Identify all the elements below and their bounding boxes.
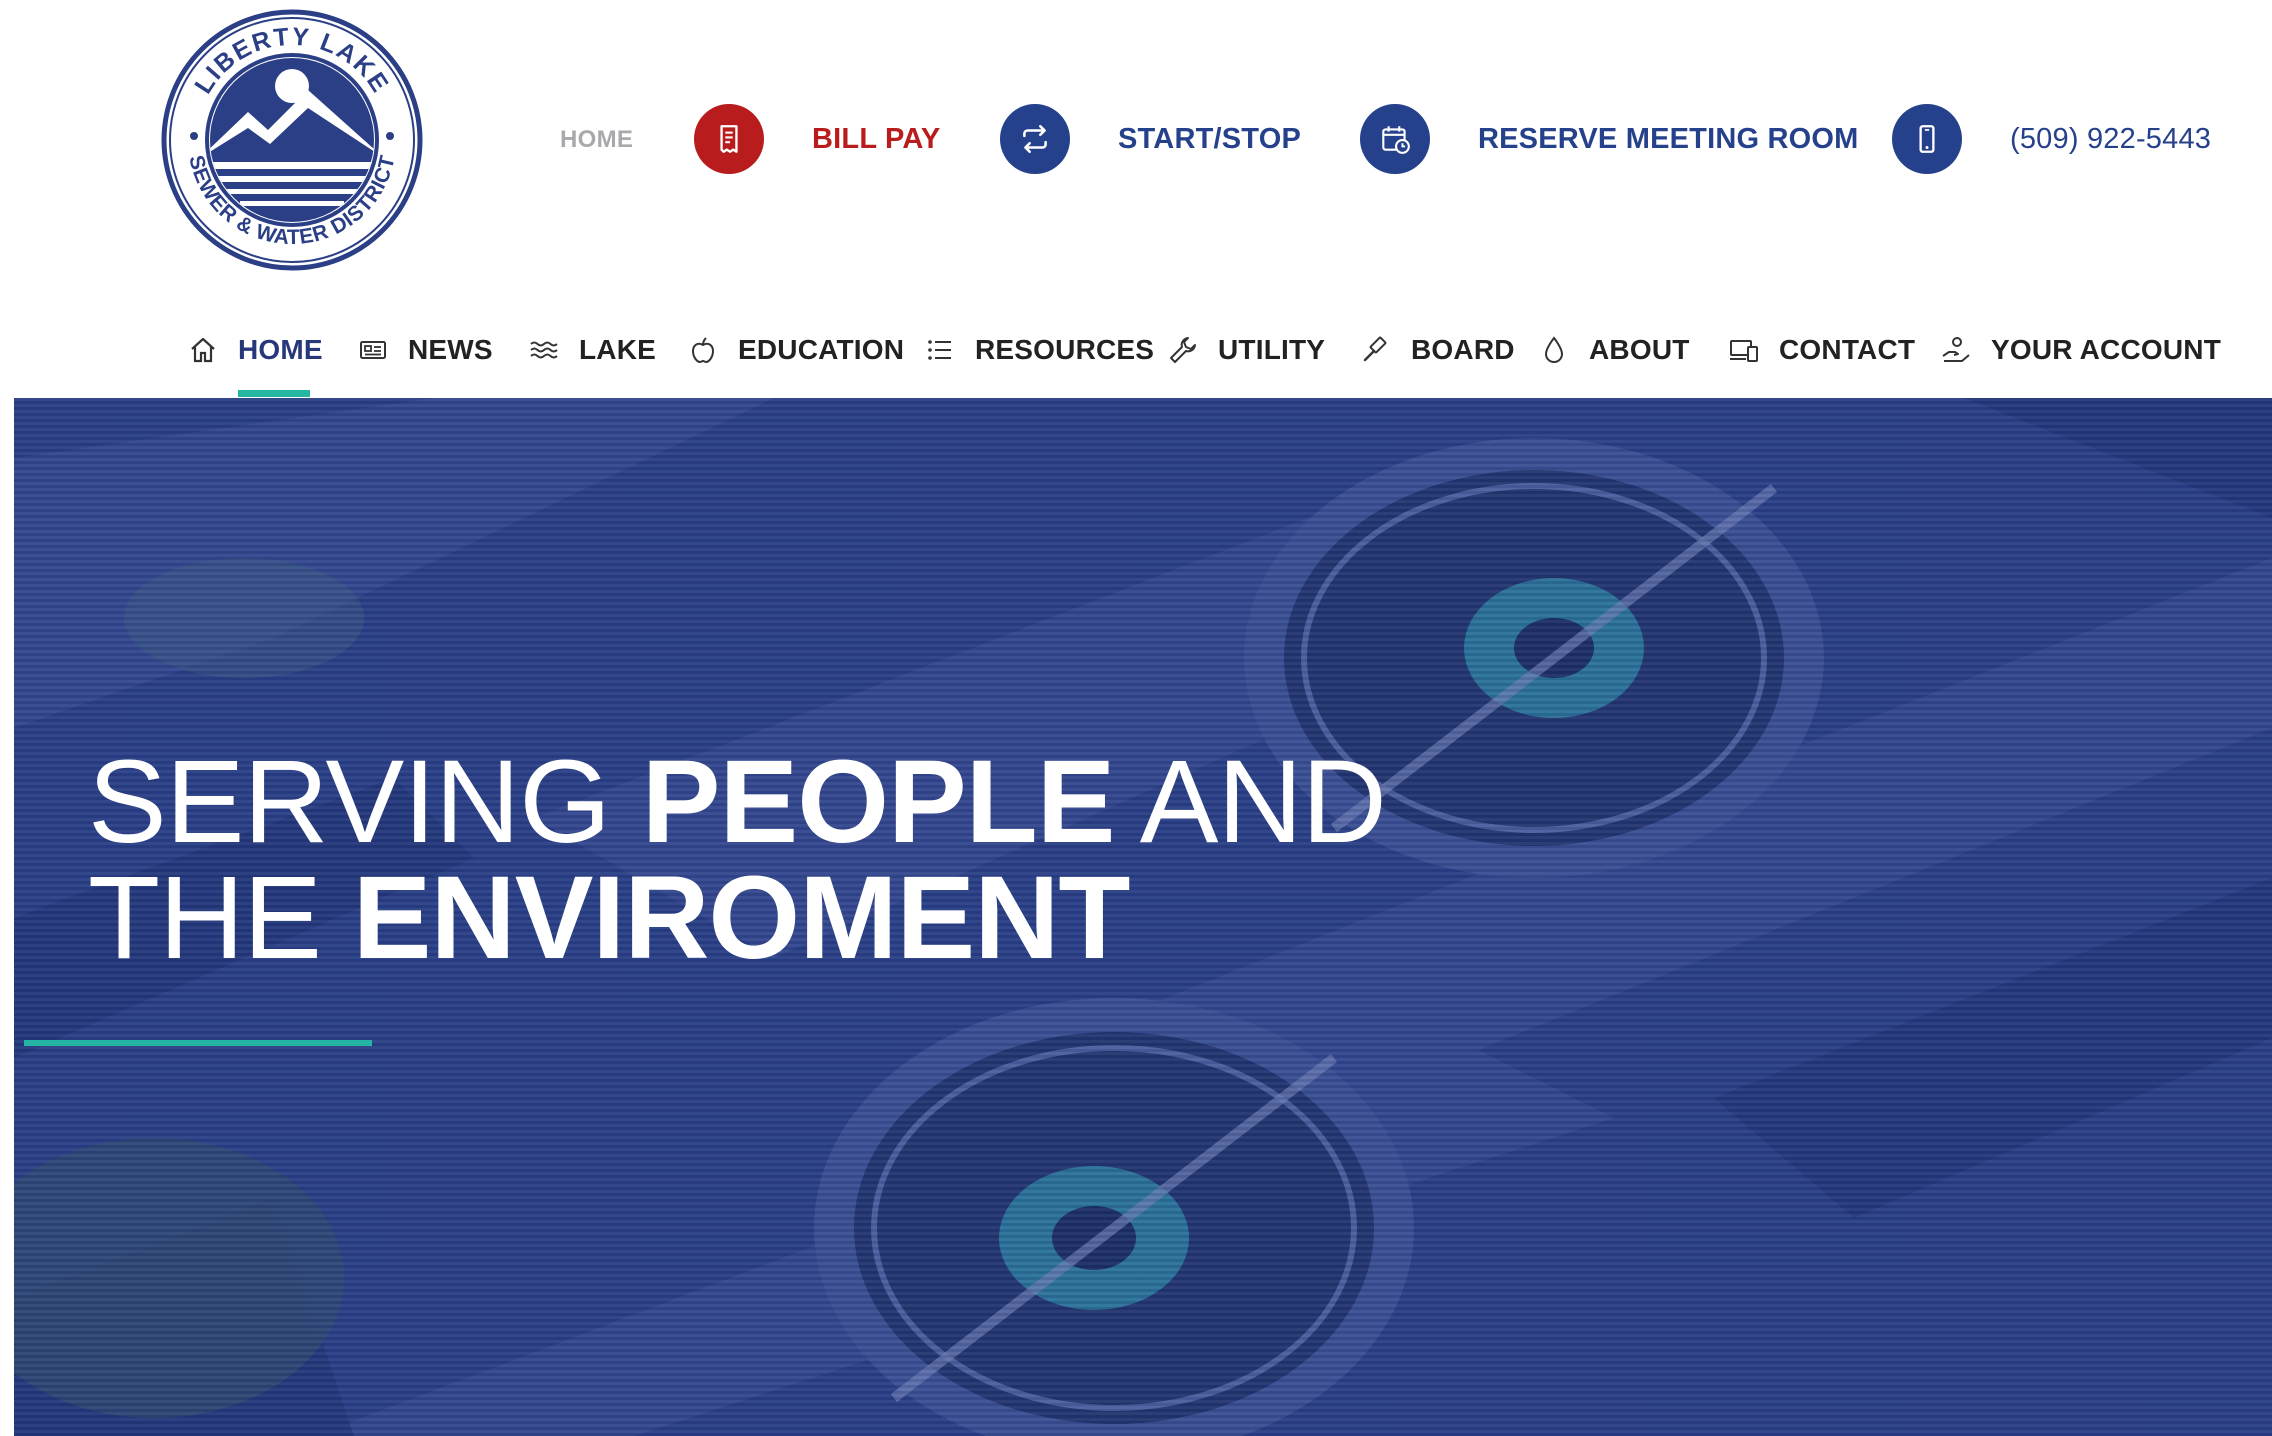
nav-label: UTILITY — [1218, 334, 1326, 365]
home-icon — [186, 333, 220, 367]
receipt-icon — [694, 104, 764, 174]
hero-line1-light: SERVING — [88, 736, 642, 868]
nav-label: YOUR ACCOUNT — [1991, 334, 2222, 365]
bill-pay-link[interactable]: BILL PAY — [694, 104, 940, 174]
smartphone-icon — [1892, 104, 1962, 174]
newspaper-icon — [356, 333, 390, 367]
active-nav-indicator — [238, 390, 310, 397]
apple-icon — [686, 333, 720, 367]
calendar-clock-icon — [1360, 104, 1430, 174]
nav-education[interactable]: EDUCATION — [686, 320, 904, 380]
nav-label: LAKE — [579, 334, 657, 365]
nav-utility[interactable]: UTILITY — [1166, 320, 1325, 380]
waves-icon — [527, 333, 561, 367]
reserve-meeting-room-link[interactable]: RESERVE MEETING ROOM — [1360, 104, 1859, 174]
hero-line2-light: THE — [88, 852, 353, 984]
list-icon — [923, 333, 957, 367]
nav-contact[interactable]: CONTACT — [1727, 320, 1915, 380]
nav-your-account[interactable]: YOUR ACCOUNT — [1939, 320, 2221, 380]
nav-label: HOME — [238, 334, 323, 365]
nav-about[interactable]: ABOUT — [1537, 320, 1690, 380]
nav-label: RESOURCES — [975, 334, 1155, 365]
hero-line1-bold: PEOPLE — [641, 736, 1116, 868]
utility-bar: HOME BILL PAY START/STOP RESERVE MEETING… — [0, 104, 2272, 174]
nav-resources[interactable]: RESOURCES — [923, 320, 1154, 380]
nav-home[interactable]: HOME — [186, 320, 323, 380]
nav-label: EDUCATION — [738, 334, 905, 365]
hero-banner: SERVING PEOPLE AND THE ENVIROMENT — [14, 398, 2272, 1436]
water-drop-icon — [1537, 333, 1571, 367]
devices-icon — [1727, 333, 1761, 367]
utility-home-link[interactable]: HOME — [560, 126, 633, 154]
start-stop-link[interactable]: START/STOP — [1000, 104, 1301, 174]
gavel-icon — [1359, 333, 1393, 367]
hand-coin-icon — [1939, 333, 1973, 367]
nav-label: CONTACT — [1779, 334, 1916, 365]
nav-label: ABOUT — [1589, 334, 1690, 365]
nav-label: BOARD — [1411, 334, 1515, 365]
nav-lake[interactable]: LAKE — [527, 320, 656, 380]
start-stop-label: START/STOP — [1118, 122, 1301, 155]
bill-pay-label: BILL PAY — [812, 122, 941, 155]
hero-headline: SERVING PEOPLE AND THE ENVIROMENT — [88, 743, 1387, 977]
swap-arrows-icon — [1000, 104, 1070, 174]
wrench-icon — [1166, 333, 1200, 367]
nav-board[interactable]: BOARD — [1359, 320, 1515, 380]
hero-line2-bold: ENVIROMENT — [352, 852, 1131, 984]
hero-accent-line — [24, 1040, 372, 1046]
phone-number: (509) 922-5443 — [2010, 122, 2212, 155]
reserve-meeting-room-label: RESERVE MEETING ROOM — [1478, 122, 1859, 155]
hero-line1-light2: AND — [1114, 736, 1387, 868]
phone-link[interactable]: (509) 922-5443 — [1892, 104, 2211, 174]
main-navigation: HOME NEWS LAKE EDUCATION RESOURCES UTILI… — [0, 320, 2272, 380]
nav-news[interactable]: NEWS — [356, 320, 493, 380]
nav-label: NEWS — [408, 334, 493, 365]
